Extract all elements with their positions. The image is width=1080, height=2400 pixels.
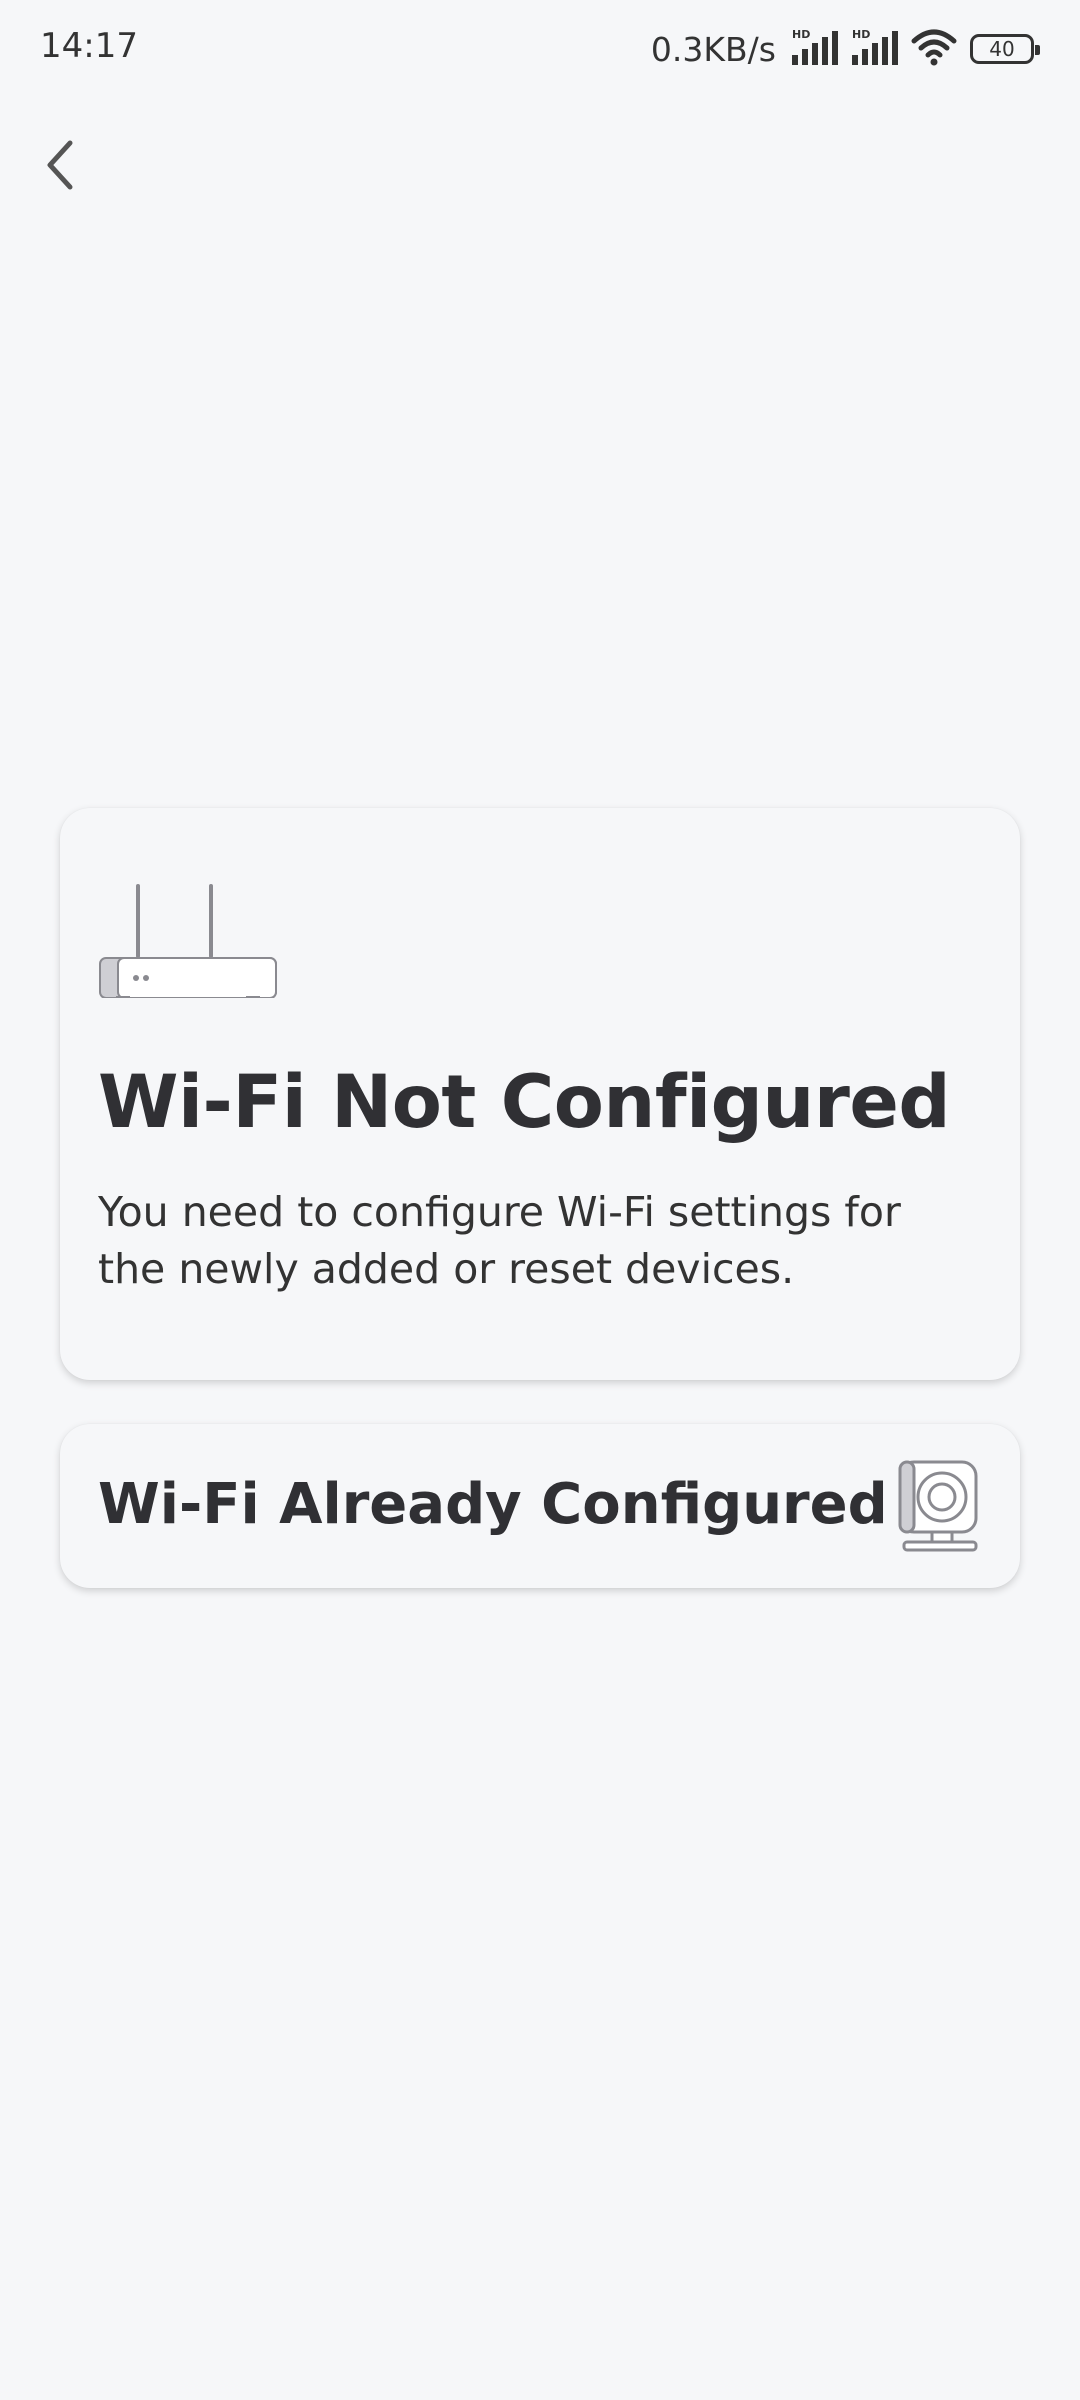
back-button[interactable] [30,130,90,200]
wifi-not-configured-card[interactable]: Wi-Fi Not Configured You need to configu… [60,808,1020,1380]
signal-icon: HD [790,27,842,71]
status-time: 14:17 [40,26,138,66]
status-bar: 14:17 0.3KB/s HD HD 40 [0,0,1080,96]
card-title: Wi-Fi Already Configured [98,1472,888,1537]
battery-icon: 40 [970,34,1040,64]
signal-hd-label: HD [852,28,870,41]
camera-icon [896,1460,980,1556]
wifi-icon [910,27,958,71]
status-icons: 0.3KB/s HD HD 40 [650,26,1040,72]
network-speed: 0.3KB/s [650,29,776,69]
card-title: Wi-Fi Not Configured [98,1060,951,1145]
signal-hd-label: HD [792,28,810,41]
chevron-left-icon [47,140,73,190]
wifi-already-configured-card[interactable]: Wi-Fi Already Configured [60,1424,1020,1588]
router-icon [96,874,282,1002]
card-description: You need to configure Wi-Fi settings for… [98,1188,901,1293]
signal-icon: HD [850,27,902,71]
